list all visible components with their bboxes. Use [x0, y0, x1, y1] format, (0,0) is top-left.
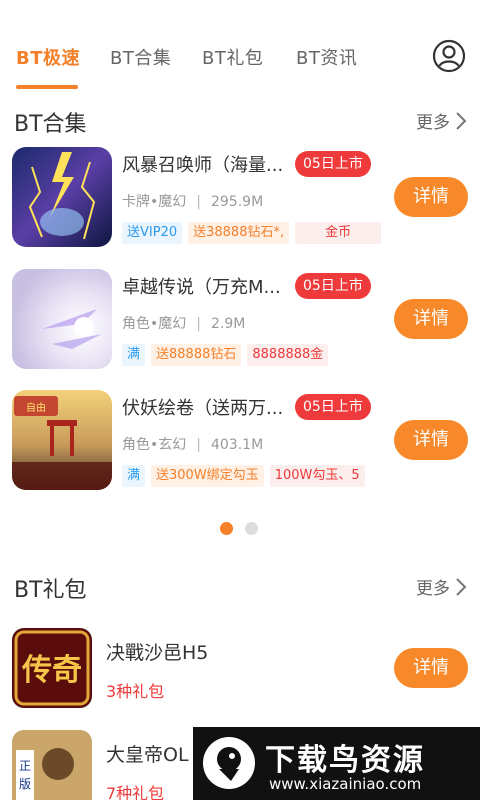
divider: | [196, 194, 201, 210]
divider: | [196, 316, 201, 332]
svg-text:正: 正 [19, 759, 31, 773]
more-label: 更多 [416, 579, 450, 599]
game-size: 2.9M [210, 316, 246, 332]
more-link-bt-collection[interactable]: 更多 [416, 108, 468, 133]
tab-bt-fast[interactable]: BT极速 [16, 44, 80, 70]
section-title-bt-collection: BT合集 [14, 112, 87, 137]
tag: 满 [122, 465, 146, 487]
tag: 送VIP20 [122, 222, 183, 244]
tab-bt-collection[interactable]: BT合集 [110, 44, 171, 70]
carousel-dot[interactable] [245, 522, 258, 535]
release-date-badge: 05日上市 [295, 394, 371, 420]
svg-text:自由: 自由 [26, 401, 46, 414]
more-label: 更多 [416, 113, 450, 133]
bird-logo-icon [203, 737, 255, 789]
tag: 金币 [295, 222, 382, 244]
svg-text:传奇: 传奇 [21, 653, 82, 688]
game-tags: 送VIP20 送38888钻石*, 金币 [122, 222, 382, 244]
game-size: 295.9M [210, 194, 264, 210]
game-thumbnail: 传奇 [12, 628, 92, 708]
details-button[interactable]: 详情 [394, 648, 468, 688]
game-size: 403.1M [210, 437, 264, 453]
details-button[interactable]: 详情 [394, 420, 468, 460]
game-meta: 角色•玄幻 | 403.1M [122, 434, 263, 454]
chevron-right-icon [456, 577, 467, 596]
watermark-banner: 下载鸟资源 www.xiazainiao.com [193, 727, 480, 800]
game-list-item[interactable]: 卓越传说（万充M... 05日上市 角色•魔幻 | 2.9M 满 送88888钻石 … [0, 269, 480, 379]
game-list-item[interactable]: 自由 伏妖绘卷（送两万... 05日上市 角色•玄幻 | 403.1M 满 送300… [0, 390, 480, 500]
game-title: 决戰沙邑H5 [106, 642, 209, 664]
game-title: 伏妖绘卷（送两万... [122, 398, 284, 419]
game-list-item[interactable]: 风暴召唤师（海量... 05日上市 卡牌•魔幻 | 295.9M 送VIP20 送3… [0, 147, 480, 257]
game-meta: 卡牌•魔幻 | 295.9M [122, 191, 263, 211]
tag: 100W勾玉、5 [269, 465, 365, 487]
carousel-dot-active[interactable] [220, 522, 233, 535]
game-title: 卓越传说（万充M... [122, 277, 281, 298]
tag: 送38888钻石*, [188, 222, 290, 244]
more-link-bt-gifts[interactable]: 更多 [416, 574, 468, 599]
watermark-url: www.xiazainiao.com [269, 775, 422, 793]
game-category: 角色•玄幻 [122, 437, 187, 453]
watermark-title: 下载鸟资源 [265, 743, 425, 778]
tag: 满 [122, 344, 146, 366]
gift-count: 3种礼包 [106, 682, 165, 701]
game-thumbnail [12, 147, 112, 247]
game-category: 卡牌•魔幻 [122, 194, 187, 210]
game-thumbnail: 自由 [12, 390, 112, 490]
divider: | [196, 437, 201, 453]
game-thumbnail [12, 269, 112, 369]
section-title-bt-gifts: BT礼包 [14, 578, 87, 603]
game-title: 大皇帝OL [106, 744, 189, 766]
tab-bt-news[interactable]: BT资讯 [296, 44, 357, 70]
gift-list-item[interactable]: 传奇 决戰沙邑H5 3种礼包 详情 [0, 628, 480, 718]
svg-text:版: 版 [19, 777, 31, 791]
chevron-right-icon [456, 111, 467, 130]
tag: 送300W绑定勾玉 [151, 465, 264, 487]
tag: 8888888金 [247, 344, 329, 366]
details-button[interactable]: 详情 [394, 177, 468, 217]
tab-bt-gifts[interactable]: BT礼包 [202, 44, 263, 70]
tag: 送88888钻石 [151, 344, 242, 366]
active-tab-indicator [16, 85, 78, 89]
game-category: 角色•魔幻 [122, 316, 187, 332]
details-button[interactable]: 详情 [394, 299, 468, 339]
top-tab-bar: BT极速 BT合集 BT礼包 BT资讯 [0, 36, 480, 92]
release-date-badge: 05日上市 [295, 273, 371, 299]
carousel-pagination [220, 522, 258, 535]
game-tags: 满 送300W绑定勾玉 100W勾玉、5 [122, 465, 365, 487]
release-date-badge: 05日上市 [295, 151, 371, 177]
game-title: 风暴召唤师（海量... [122, 155, 284, 176]
gift-count: 7种礼包 [106, 784, 165, 800]
game-thumbnail: 正 版 [12, 730, 92, 800]
game-tags: 满 送88888钻石 8888888金 [122, 344, 329, 366]
user-profile-icon[interactable] [432, 39, 466, 73]
game-meta: 角色•魔幻 | 2.9M [122, 313, 245, 333]
